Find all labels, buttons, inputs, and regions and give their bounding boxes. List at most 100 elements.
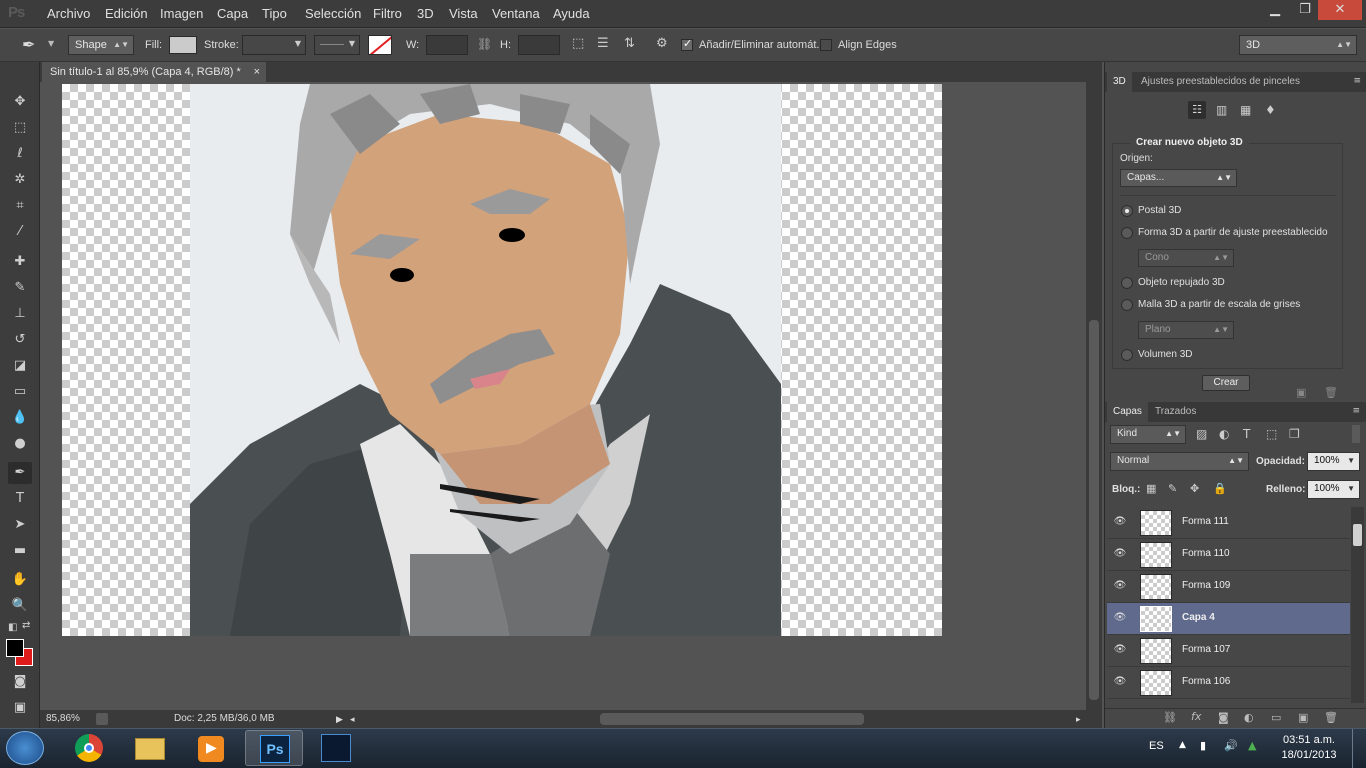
blur-tool-icon[interactable]: 💧	[8, 407, 32, 429]
visibility-eye-icon[interactable]: 👁	[1113, 580, 1127, 594]
menu-ventana[interactable]: Ventana	[492, 6, 540, 21]
trash-icon[interactable]: 🗑	[1324, 386, 1338, 399]
visibility-eye-icon[interactable]: 👁	[1113, 644, 1127, 658]
radio-postal-3d[interactable]	[1121, 205, 1133, 217]
menu-vista[interactable]: Vista	[449, 6, 478, 21]
gradient-tool-icon[interactable]: ▭	[8, 381, 32, 403]
filter-toggle[interactable]	[1352, 425, 1360, 443]
radio-repujado-3d[interactable]	[1121, 277, 1133, 289]
link-layers-icon[interactable]: ⛓	[1163, 711, 1177, 724]
new-group-icon[interactable]: ▭	[1271, 711, 1281, 724]
new-layer-icon[interactable]: ▣	[1298, 711, 1308, 724]
material-filter-icon[interactable]: ▦	[1240, 103, 1251, 117]
visibility-eye-icon[interactable]: 👁	[1113, 676, 1127, 690]
fx-icon[interactable]: fx	[1191, 710, 1201, 723]
brush-tool-icon[interactable]: ✎	[8, 277, 32, 299]
visibility-eye-icon[interactable]: 👁	[1113, 612, 1127, 626]
lasso-tool-icon[interactable]: ℓ	[8, 143, 32, 165]
visibility-eye-icon[interactable]: 👁	[1113, 516, 1127, 530]
menu-imagen[interactable]: Imagen	[160, 6, 203, 21]
taskbar-app[interactable]	[307, 730, 365, 766]
layer-row[interactable]: 👁 Forma 109	[1107, 571, 1350, 603]
shape-filter-icon[interactable]: ⬚	[1266, 427, 1277, 441]
taskbar-photoshop[interactable]: Ps	[245, 730, 303, 766]
healing-brush-tool-icon[interactable]: ✚	[8, 251, 32, 273]
panel-menu-icon[interactable]: ≡	[1353, 76, 1361, 86]
layer-row[interactable]: 👁 Forma 107	[1107, 635, 1350, 667]
origin-select[interactable]: Capas... ▲▼	[1120, 169, 1237, 187]
scroll-right-icon[interactable]: ▸	[1076, 710, 1081, 728]
history-brush-tool-icon[interactable]: ↺	[8, 329, 32, 351]
minimize-button[interactable]: ▁	[1258, 0, 1292, 20]
link-icon[interactable]: ⛓	[477, 37, 492, 51]
menu-tipo[interactable]: Tipo	[262, 6, 287, 21]
eyedropper-tool-icon[interactable]: ⁄	[8, 221, 32, 243]
drive-icon[interactable]: ▲	[1248, 739, 1256, 752]
crop-tool-icon[interactable]: ⌗	[8, 195, 32, 217]
radio-forma-3d[interactable]	[1121, 227, 1133, 239]
lock-position-icon[interactable]: ✥	[1190, 482, 1199, 495]
pen-tool-icon[interactable]: ✒	[8, 462, 32, 484]
adjustment-layer-icon[interactable]: ◐	[1244, 711, 1254, 724]
close-tab-icon[interactable]: ×	[254, 62, 260, 83]
restore-button[interactable]: ❐	[1288, 0, 1322, 20]
gear-icon[interactable]: ⚙	[656, 36, 668, 51]
dodge-tool-icon[interactable]: ●	[8, 433, 32, 455]
document-tab[interactable]: Sin título-1 al 85,9% (Capa 4, RGB/8) * …	[42, 62, 266, 83]
foreground-color-swatch[interactable]	[6, 639, 24, 657]
tab-3d[interactable]: 3D	[1107, 72, 1132, 92]
vertical-scroll-thumb[interactable]	[1089, 320, 1099, 700]
align-edges-checkbox[interactable]	[820, 39, 832, 51]
marquee-tool-icon[interactable]: ⬚	[8, 117, 32, 139]
menu-ayuda[interactable]: Ayuda	[553, 6, 590, 21]
hand-tool-icon[interactable]: ✋	[8, 569, 32, 591]
pixel-filter-icon[interactable]: ▨	[1196, 427, 1207, 441]
clone-stamp-tool-icon[interactable]: ⊥	[8, 303, 32, 325]
new-item-icon[interactable]: ▣	[1296, 386, 1306, 399]
menu-capa[interactable]: Capa	[217, 6, 248, 21]
visibility-eye-icon[interactable]: 👁	[1113, 548, 1127, 562]
tab-capas[interactable]: Capas	[1107, 402, 1148, 422]
blend-mode-select[interactable]: Normal ▲▼	[1110, 452, 1249, 471]
mode-select[interactable]: Shape ▲▼	[68, 35, 134, 55]
layer-row[interactable]: 👁 Forma 110	[1107, 539, 1350, 571]
lock-all-icon[interactable]: 🔒	[1213, 482, 1227, 495]
pen-tool-icon[interactable]: ✒	[22, 35, 35, 54]
volume-icon[interactable]: 🔊	[1224, 739, 1238, 752]
taskbar-chrome[interactable]	[60, 730, 118, 766]
preset-mesh-select[interactable]: Plano ▲▼	[1138, 321, 1234, 339]
start-button[interactable]	[6, 731, 44, 765]
quick-mask-icon[interactable]: ◙	[8, 671, 32, 693]
layer-filter-select[interactable]: Kind ▲▼	[1110, 425, 1186, 444]
path-arrangement-icon[interactable]: ⇅	[624, 36, 635, 51]
menu-archivo[interactable]: Archivo	[47, 6, 90, 21]
show-desktop-button[interactable]	[1352, 729, 1366, 768]
menu-filtro[interactable]: Filtro	[373, 6, 402, 21]
vector-portrait-artwork[interactable]	[190, 84, 781, 636]
fill-swatch[interactable]	[169, 36, 197, 54]
horizontal-scroll-thumb[interactable]	[600, 713, 864, 725]
menu-3d[interactable]: 3D	[417, 6, 434, 21]
type-filter-icon[interactable]: T	[1243, 427, 1250, 441]
menu-edicion[interactable]: Edición	[105, 6, 148, 21]
magic-wand-tool-icon[interactable]: ✲	[8, 169, 32, 191]
rectangle-tool-icon[interactable]: ▬	[8, 540, 32, 562]
lock-image-icon[interactable]: ✎	[1168, 482, 1177, 495]
radio-volumen-3d[interactable]	[1121, 349, 1133, 361]
type-tool-icon[interactable]: T	[8, 488, 32, 510]
layers-scroll-thumb[interactable]	[1353, 524, 1362, 546]
language-indicator[interactable]: ES	[1149, 740, 1164, 752]
show-hidden-icons-icon[interactable]: ▲	[1179, 740, 1186, 750]
move-tool-icon[interactable]: ✥	[8, 91, 32, 113]
status-arrow-icon[interactable]: ▶	[336, 710, 343, 728]
taskbar-media-player[interactable]: ▶	[182, 730, 240, 766]
zoom-level[interactable]: 85,86%	[46, 710, 80, 728]
stroke-type-select[interactable]: ▼	[314, 35, 360, 55]
delete-layer-icon[interactable]: 🗑	[1324, 711, 1338, 724]
add-mask-icon[interactable]: ◙	[1218, 711, 1229, 724]
close-window-button[interactable]: ✕	[1318, 0, 1362, 20]
opacity-input[interactable]: 100% ▼	[1307, 452, 1360, 471]
network-icon[interactable]: ▮	[1200, 739, 1206, 752]
height-input[interactable]	[518, 35, 560, 55]
stroke-width-select[interactable]: ▼	[242, 35, 306, 55]
